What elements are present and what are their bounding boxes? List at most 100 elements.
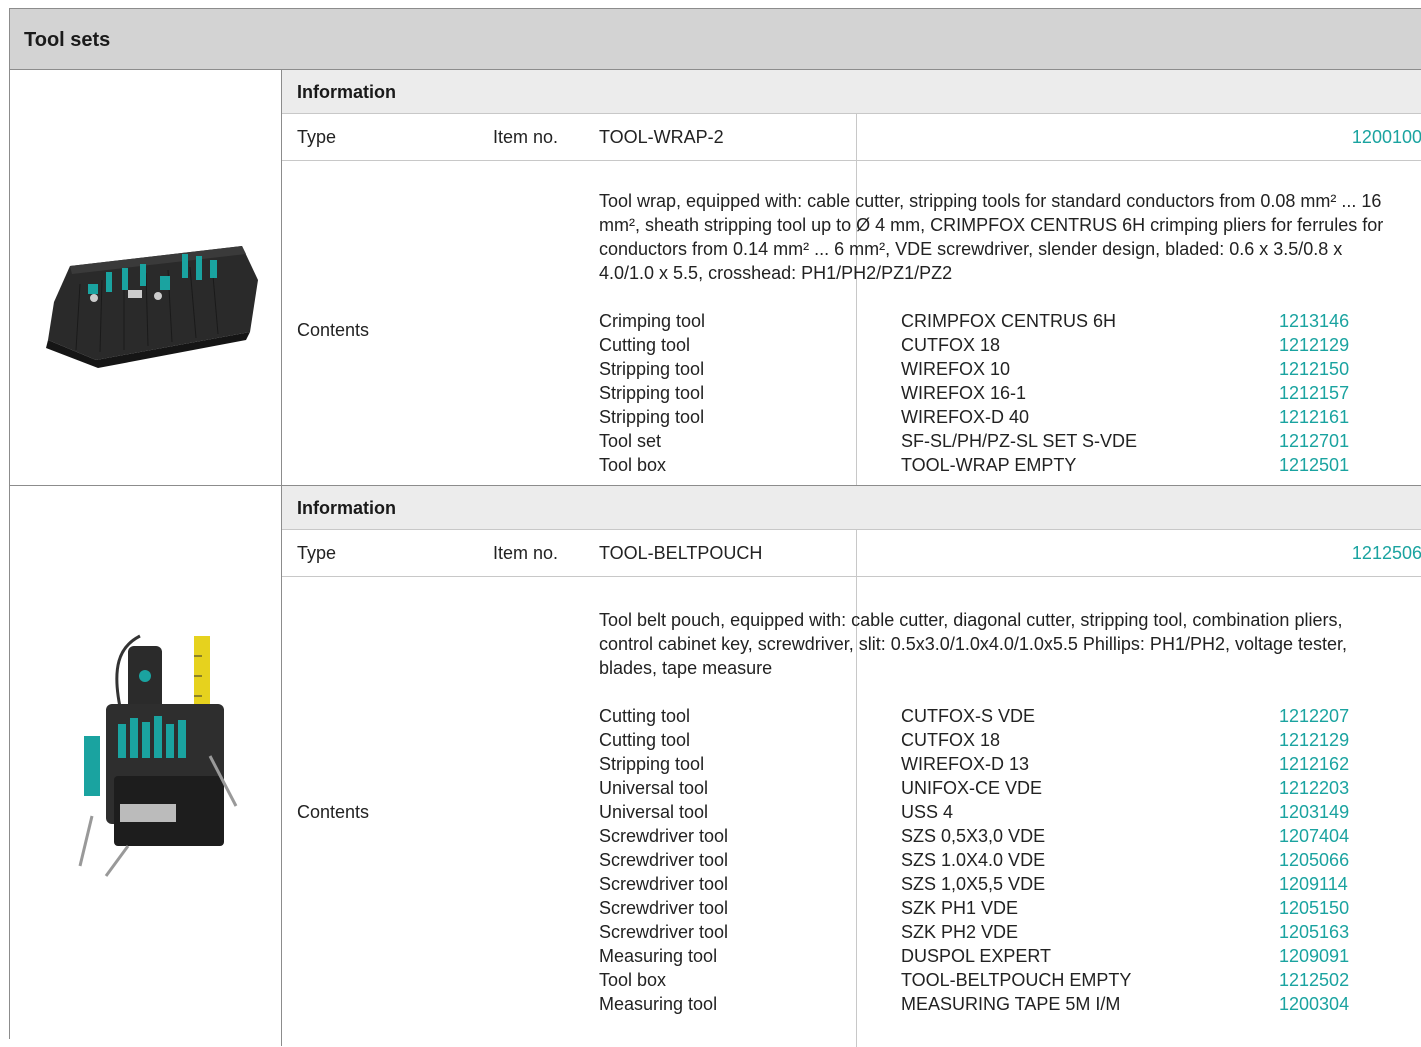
component-category: Stripping tool xyxy=(599,407,705,427)
component-row: Stripping tool WIREFOX 16-1 1212157 xyxy=(599,381,1400,405)
component-item-number-link[interactable]: 1213146 xyxy=(1279,309,1349,333)
component-name: CRIMPFOX CENTRUS 6H xyxy=(901,311,1117,331)
component-item-number-link[interactable]: 1212129 xyxy=(1279,333,1349,357)
component-category: Stripping tool xyxy=(599,359,705,379)
component-name: SZK PH2 VDE xyxy=(901,922,1019,942)
component-category: Universal tool xyxy=(599,802,709,822)
type-label: Type xyxy=(297,127,337,147)
component-name: SF-SL/PH/PZ-SL SET S-VDE xyxy=(901,431,1138,451)
component-item-number-link[interactable]: 1212129 xyxy=(1279,728,1349,752)
component-row: Screwdriver tool SZS 0,5X3,0 VDE 1207404 xyxy=(599,824,1400,848)
item-no-label: Item no. xyxy=(493,543,559,563)
component-item-number-link[interactable]: 1205150 xyxy=(1279,896,1349,920)
component-name: WIREFOX 10 xyxy=(901,359,1011,379)
component-category: Screwdriver tool xyxy=(599,898,729,918)
component-name: SZK PH1 VDE xyxy=(901,898,1019,918)
component-item-number-link[interactable]: 1203149 xyxy=(1279,800,1349,824)
component-row: Tool set SF-SL/PH/PZ-SL SET S-VDE 1212701 xyxy=(599,429,1400,453)
component-row: Measuring tool MEASURING TAPE 5M I/M 12003… xyxy=(599,992,1400,1016)
component-name: DUSPOL EXPERT xyxy=(901,946,1052,966)
component-category: Screwdriver tool xyxy=(599,826,729,846)
product-description: Tool wrap, equipped with: cable cutter, … xyxy=(599,191,1384,283)
column-divider xyxy=(856,114,857,160)
component-row: Measuring tool DUSPOL EXPERT 1209091 xyxy=(599,944,1400,968)
component-item-number-link[interactable]: 1212161 xyxy=(1279,405,1349,429)
component-name: MEASURING TAPE 5M I/M xyxy=(901,994,1121,1014)
type-label: Type xyxy=(297,543,337,563)
component-row: Cutting tool CUTFOX 18 1212129 xyxy=(599,728,1400,752)
component-item-number-link[interactable]: 1212207 xyxy=(1279,704,1349,728)
component-category: Measuring tool xyxy=(599,994,718,1014)
component-category: Screwdriver tool xyxy=(599,874,729,894)
product-section-tool-wrap: Information Type Item no. TOOL-WRAP-2 12… xyxy=(10,70,1421,485)
component-row: Screwdriver tool SZS 1,0X5,5 VDE 1209114 xyxy=(599,872,1400,896)
column-divider xyxy=(856,530,857,576)
component-item-number-link[interactable]: 1205066 xyxy=(1279,848,1349,872)
contents-area: Tool wrap, equipped with: cable cutter, … xyxy=(599,189,1400,477)
component-category: Stripping tool xyxy=(599,383,705,403)
information-header-label: Information xyxy=(297,498,396,518)
component-row: Universal tool UNIFOX-CE VDE 1212203 xyxy=(599,776,1400,800)
component-row: Tool box TOOL-WRAP EMPTY 1212501 xyxy=(599,453,1400,477)
component-item-number-link[interactable]: 1205163 xyxy=(1279,920,1349,944)
component-category: Stripping tool xyxy=(599,754,705,774)
contents-label: Contents xyxy=(297,802,370,822)
component-row: Screwdriver tool SZK PH2 VDE 1205163 xyxy=(599,920,1400,944)
component-row: Stripping tool WIREFOX-D 40 1212161 xyxy=(599,405,1400,429)
component-item-number-link[interactable]: 1209114 xyxy=(1279,872,1348,896)
component-row: Cutting tool CUTFOX 18 1212129 xyxy=(599,333,1400,357)
component-category: Measuring tool xyxy=(599,946,718,966)
component-item-number-link[interactable]: 1200304 xyxy=(1279,992,1349,1016)
component-category: Cutting tool xyxy=(599,706,691,726)
component-item-number-link[interactable]: 1212162 xyxy=(1279,752,1349,776)
component-name: SZS 1,0X5,5 VDE xyxy=(901,874,1046,894)
component-row: Screwdriver tool SZS 1.0X4.0 VDE 1205066 xyxy=(599,848,1400,872)
type-row: Type Item no. TOOL-BELTPOUCH 1212506 xyxy=(282,530,1421,577)
type-value: TOOL-WRAP-2 xyxy=(599,127,724,147)
component-item-number-link[interactable]: 1212157 xyxy=(1279,381,1349,405)
component-row: Crimping tool CRIMPFOX CENTRUS 6H 1213146 xyxy=(599,309,1400,333)
table-title-bar: Tool sets xyxy=(10,9,1421,70)
component-name: WIREFOX-D 13 xyxy=(901,754,1030,774)
item-no-label: Item no. xyxy=(493,127,559,147)
component-row: Tool box TOOL-BELTPOUCH EMPTY 1212502 xyxy=(599,968,1400,992)
component-item-number-link[interactable]: 1212502 xyxy=(1279,968,1349,992)
tool-wrap-image xyxy=(46,246,258,368)
component-name: SZS 0,5X3,0 VDE xyxy=(901,826,1046,846)
component-name: WIREFOX 16-1 xyxy=(901,383,1027,403)
component-category: Cutting tool xyxy=(599,730,691,750)
table-title: Tool sets xyxy=(24,29,111,51)
component-category: Universal tool xyxy=(599,778,709,798)
component-category: Cutting tool xyxy=(599,335,691,355)
component-name: CUTFOX-S VDE xyxy=(901,706,1036,726)
item-number-link[interactable]: 1212506 xyxy=(1352,543,1421,564)
product-image-cell xyxy=(10,486,282,1046)
component-item-number-link[interactable]: 1212203 xyxy=(1279,776,1349,800)
component-category: Crimping tool xyxy=(599,311,706,331)
component-name: TOOL-WRAP EMPTY xyxy=(901,455,1077,475)
contents-area: Tool belt pouch, equipped with: cable cu… xyxy=(599,608,1400,1016)
component-item-number-link[interactable]: 1212150 xyxy=(1279,357,1349,381)
tool-sets-table: Tool sets Information Type Item no. TOOL… xyxy=(9,8,1421,1047)
component-item-number-link[interactable]: 1209091 xyxy=(1279,944,1349,968)
component-item-number-link[interactable]: 1212701 xyxy=(1279,429,1349,453)
component-category: Screwdriver tool xyxy=(599,922,729,942)
component-category: Screwdriver tool xyxy=(599,850,729,870)
component-name: SZS 1.0X4.0 VDE xyxy=(901,850,1046,870)
component-name: WIREFOX-D 40 xyxy=(901,407,1030,427)
component-row: Screwdriver tool SZK PH1 VDE 1205150 xyxy=(599,896,1400,920)
component-item-number-link[interactable]: 1207404 xyxy=(1279,824,1349,848)
component-name: CUTFOX 18 xyxy=(901,335,1001,355)
component-item-number-link[interactable]: 1212501 xyxy=(1279,453,1349,477)
information-header: Information xyxy=(282,70,1421,114)
information-header: Information xyxy=(282,486,1421,530)
product-description: Tool belt pouch, equipped with: cable cu… xyxy=(599,610,1348,678)
component-category: Tool box xyxy=(599,455,667,475)
belt-pouch-image xyxy=(78,634,238,877)
item-number-link[interactable]: 1200100 xyxy=(1352,127,1421,148)
information-header-label: Information xyxy=(297,82,396,102)
component-row: Stripping tool WIREFOX-D 13 1212162 xyxy=(599,752,1400,776)
component-row: Stripping tool WIREFOX 10 1212150 xyxy=(599,357,1400,381)
component-row: Cutting tool CUTFOX-S VDE 1212207 xyxy=(599,704,1400,728)
type-value: TOOL-BELTPOUCH xyxy=(599,543,763,563)
